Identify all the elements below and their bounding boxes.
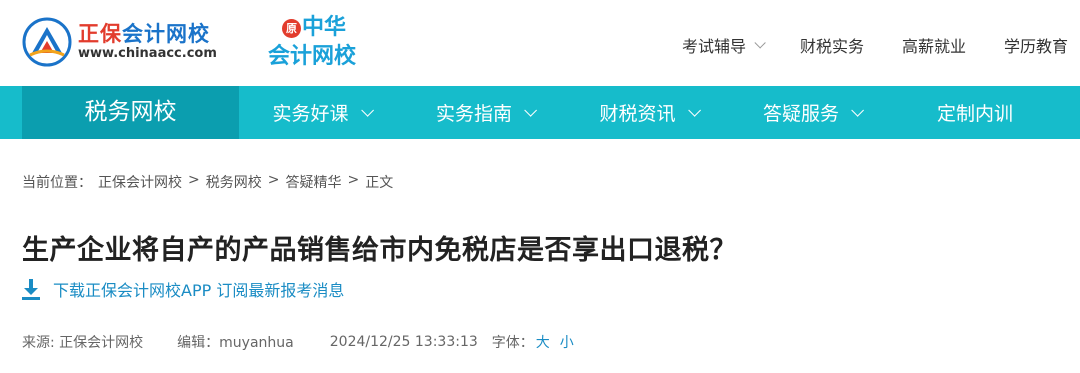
download-icon <box>22 278 40 300</box>
font-size-label: 字体： <box>491 335 534 351</box>
breadcrumb-item-current: 正文 <box>365 175 394 191</box>
chevron-down-icon <box>754 37 766 49</box>
breadcrumb-item-home[interactable]: 正保会计网校 <box>98 172 182 192</box>
article-source: 来源: 正保会计网校 <box>22 335 144 351</box>
site-header: 正保会计网校 www.chinaacc.com 原 中华 会计网校 考试辅导 财… <box>0 0 1080 86</box>
nav-home-tax-school[interactable]: 税务网校 <box>22 86 239 139</box>
topnav-item-degree[interactable]: 学历教育 <box>1004 33 1068 57</box>
topnav-item-exam[interactable]: 考试辅导 <box>682 33 766 57</box>
nav-item-courses[interactable]: 实务好课 <box>239 86 403 139</box>
main-nav: 税务网校 实务好课 实务指南 财税资讯 答疑服务 定制内训 <box>0 86 1080 139</box>
breadcrumb-separator: > <box>347 172 360 188</box>
chevron-down-icon <box>687 104 701 117</box>
nav-item-qa[interactable]: 答疑服务 <box>730 86 893 139</box>
nav-item-news[interactable]: 财税资讯 <box>566 86 730 139</box>
logo-brand-name: 正保会计网校 <box>78 22 210 46</box>
chevron-down-icon <box>524 104 537 117</box>
breadcrumb-separator: > <box>267 172 280 188</box>
download-app-link[interactable]: 下载正保会计网校APP 订阅最新报考消息 <box>22 277 344 301</box>
font-large-button[interactable]: 大 <box>536 332 550 352</box>
nav-item-training[interactable]: 定制内训 <box>893 86 1057 139</box>
breadcrumb: 当前位置： 正保会计网校 > 税务网校 > 答疑精华 > 正文 <box>22 172 399 192</box>
nav-item-guide[interactable]: 实务指南 <box>403 86 566 139</box>
article-editor: 编辑：muyanhua <box>177 335 294 351</box>
topnav-item-jobs[interactable]: 高薪就业 <box>902 33 966 57</box>
chevron-down-icon <box>851 104 864 117</box>
breadcrumb-separator: > <box>188 172 200 188</box>
logo-mark-icon <box>22 17 72 67</box>
logo-url: www.chinaacc.com <box>78 46 217 61</box>
article-meta: 来源: 正保会计网校 编辑：muyanhua 2024/12/25 13:33:… <box>22 332 574 352</box>
download-text: 下载正保会计网校APP 订阅最新报考消息 <box>53 281 345 300</box>
breadcrumb-prefix: 当前位置： <box>22 175 92 191</box>
article-title: 生产企业将自产的产品销售给市内免税店是否享出口退税？ <box>22 235 737 266</box>
zhonghua-logo[interactable]: 原 中华 会计网校 <box>268 16 368 74</box>
chinaacc-logo[interactable]: 正保会计网校 www.chinaacc.com <box>22 17 217 67</box>
breadcrumb-item-tax-school[interactable]: 税务网校 <box>206 172 262 192</box>
breadcrumb-item-qa[interactable]: 答疑精华 <box>285 172 341 192</box>
logo-line1: 中华 <box>302 15 347 40</box>
chevron-down-icon <box>360 104 374 117</box>
font-small-button[interactable]: 小 <box>560 332 574 352</box>
logo-line2: 会计网校 <box>268 44 357 69</box>
top-nav: 考试辅导 财税实务 高薪就业 学历教育 <box>644 33 1068 57</box>
article-datetime: 2024/12/25 13:33:13 <box>329 334 478 350</box>
logo-badge: 原 <box>282 19 301 38</box>
topnav-item-practice[interactable]: 财税实务 <box>800 33 864 57</box>
